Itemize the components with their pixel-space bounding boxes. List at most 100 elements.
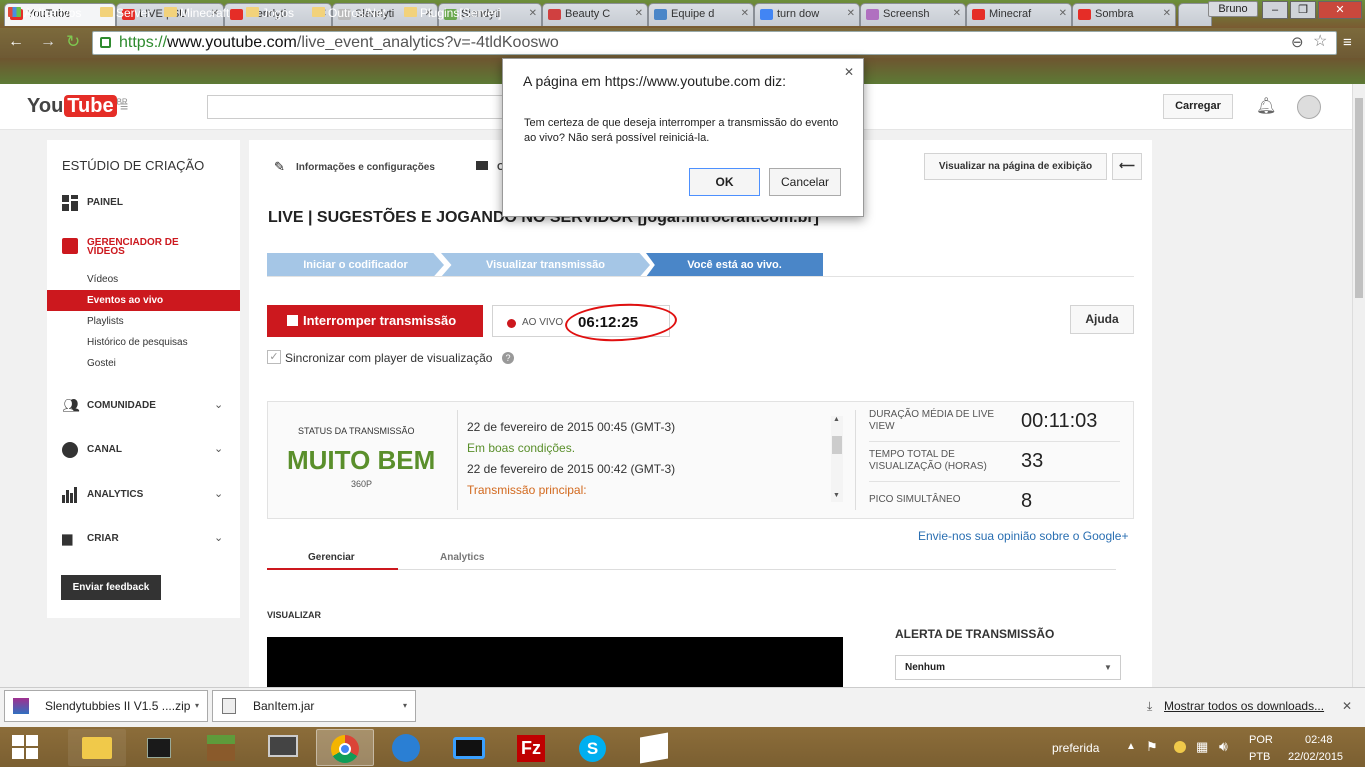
- sidebar-subitem[interactable]: Eventos ao vivo: [87, 295, 163, 306]
- chevron-down-icon[interactable]: ⌄: [214, 531, 223, 544]
- youtube-logo[interactable]: You Tube BR: [27, 95, 128, 118]
- close-window-button[interactable]: ✕: [1318, 1, 1362, 19]
- feedback-link[interactable]: Envie-nos sua opinião sobre o Google+: [918, 529, 1128, 543]
- bookmark-folder[interactable]: Server: [100, 6, 151, 20]
- sidebar-item-community[interactable]: COMUNIDADE: [87, 400, 156, 411]
- sidebar-subitem[interactable]: Vídeos: [87, 274, 118, 285]
- tab-close-icon[interactable]: ✕: [953, 8, 961, 19]
- skype-icon[interactable]: S: [564, 729, 622, 766]
- sidebar-item-create[interactable]: CRIAR: [87, 533, 119, 544]
- tab-label: Sombra: [1095, 8, 1134, 20]
- ok-button[interactable]: OK: [689, 168, 760, 196]
- chevron-down-icon[interactable]: ⌄: [214, 398, 223, 411]
- tab-close-icon[interactable]: ✕: [635, 8, 643, 19]
- page-scrollbar[interactable]: [1352, 84, 1365, 687]
- chevron-down-icon[interactable]: ⌄: [214, 487, 223, 500]
- browser-tab[interactable]: Minecraf ✕: [966, 3, 1072, 26]
- send-feedback-button[interactable]: Enviar feedback: [61, 575, 161, 600]
- language-primary[interactable]: POR: [1249, 734, 1273, 746]
- zoom-icon[interactable]: ⊖: [1291, 32, 1304, 54]
- address-bar[interactable]: https://www.youtube.com/live_event_analy…: [92, 31, 1337, 55]
- avatar[interactable]: [1297, 95, 1321, 119]
- back-icon[interactable]: ⟵: [1112, 153, 1142, 180]
- tab-close-icon[interactable]: ✕: [1163, 8, 1171, 19]
- notification-icon[interactable]: [1174, 741, 1186, 753]
- clock-date[interactable]: 22/02/2015: [1288, 751, 1343, 763]
- browser-tab[interactable]: Sombra ✕: [1072, 3, 1176, 26]
- tab-info-settings[interactable]: Informações e configurações: [296, 162, 435, 173]
- monitor-app-icon[interactable]: [254, 729, 312, 766]
- download-item[interactable]: BanItem.jar ▾: [212, 690, 416, 722]
- step-preview: Visualizar transmissão: [441, 253, 650, 277]
- clock-time[interactable]: 02:48: [1305, 734, 1333, 746]
- chevron-down-icon[interactable]: ⌄: [214, 442, 223, 455]
- video-preview-player[interactable]: [267, 637, 843, 687]
- browser-tab[interactable]: Beauty C ✕: [542, 3, 648, 26]
- volume-icon[interactable]: 🔊︎: [1219, 738, 1228, 755]
- cancel-button[interactable]: Cancelar: [769, 168, 841, 196]
- log-scrollbar[interactable]: ▲ ▼: [831, 416, 843, 502]
- terminal-app-icon[interactable]: [130, 729, 188, 766]
- reload-icon[interactable]: ↻: [66, 32, 80, 52]
- sidebar-subitem[interactable]: Histórico de pesquisas: [87, 337, 188, 348]
- window-app-icon[interactable]: [440, 729, 498, 766]
- minimize-button[interactable]: –: [1262, 1, 1288, 19]
- community-icon: 👥︎: [62, 397, 80, 413]
- tab-close-icon[interactable]: ✕: [847, 8, 855, 19]
- tab-manage[interactable]: Gerenciar: [308, 552, 355, 563]
- forward-arrow-icon[interactable]: →: [40, 33, 56, 51]
- tab-close-icon[interactable]: ✕: [741, 8, 749, 19]
- flag-icon[interactable]: ⚑: [1146, 739, 1158, 755]
- minecraft-icon[interactable]: [192, 729, 250, 766]
- browser-tab[interactable]: turn dow ✕: [754, 3, 860, 26]
- bookmark-folder[interactable]: Plugins[Server]: [404, 6, 501, 20]
- bookmark-folder[interactable]: Jogos: [246, 6, 294, 20]
- tab-favicon-icon: [972, 9, 985, 20]
- sidebar-subitem[interactable]: Playlists: [87, 316, 124, 327]
- network-icon[interactable]: ▦: [1196, 739, 1208, 755]
- chevron-down-icon[interactable]: ▾: [195, 691, 199, 721]
- sidebar-subitem[interactable]: Gostei: [87, 358, 116, 369]
- bookmark-star-icon[interactable]: ☆: [1313, 31, 1327, 53]
- chevron-down-icon[interactable]: ▾: [403, 691, 407, 721]
- close-icon[interactable]: ✕: [844, 65, 854, 79]
- tab-analytics[interactable]: Analytics: [440, 552, 484, 563]
- browser-tab[interactable]: Screensh ✕: [860, 3, 966, 26]
- browser-user-badge[interactable]: Bruno: [1208, 1, 1258, 17]
- sync-checkbox[interactable]: ✓: [267, 350, 281, 364]
- help-icon[interactable]: ?: [502, 352, 514, 364]
- show-all-downloads-link[interactable]: Mostrar todos os downloads...: [1164, 699, 1324, 713]
- sidebar-item-panel[interactable]: PAINEL: [87, 197, 123, 208]
- browser-tab[interactable]: Equipe d ✕: [648, 3, 754, 26]
- help-button[interactable]: Ajuda: [1070, 305, 1134, 334]
- language-secondary[interactable]: PTB: [1249, 751, 1270, 763]
- guide-menu-icon[interactable]: ≡: [120, 98, 128, 114]
- tab-close-icon[interactable]: ✕: [1059, 8, 1067, 19]
- start-button-icon[interactable]: [12, 735, 38, 759]
- sidebar-item-analytics[interactable]: ANALYTICS: [87, 489, 143, 500]
- download-item[interactable]: Slendytubbies II V1.5 ....zip ▾: [4, 690, 208, 722]
- stop-streaming-button[interactable]: Interromper transmissão: [267, 305, 483, 337]
- back-arrow-icon[interactable]: ←: [8, 33, 24, 51]
- alert-select[interactable]: Nenhum ▼: [895, 655, 1121, 680]
- notifications-bell-icon[interactable]: 🔔︎: [1256, 96, 1276, 116]
- filezilla-icon[interactable]: Fz: [502, 729, 560, 766]
- chrome-icon[interactable]: [316, 729, 374, 766]
- network-app-icon[interactable]: [378, 729, 436, 766]
- view-on-watch-page-button[interactable]: Visualizar na página de exibição: [924, 153, 1107, 180]
- apps-bookmark[interactable]: Aplicativos: [8, 6, 81, 20]
- tab-close-icon[interactable]: ✕: [529, 8, 537, 19]
- new-tab-button[interactable]: [1178, 3, 1212, 26]
- maximize-button[interactable]: ❐: [1290, 1, 1316, 19]
- file-explorer-icon[interactable]: [68, 729, 126, 766]
- tray-expand-icon[interactable]: ▲: [1126, 741, 1136, 752]
- bookmark-folder[interactable]: Minecraft: [164, 6, 229, 20]
- sidebar-item-channel[interactable]: CANAL: [87, 444, 122, 455]
- close-icon[interactable]: ✕: [1342, 699, 1352, 713]
- upload-button[interactable]: Carregar: [1163, 94, 1233, 119]
- sidebar-item-video-manager[interactable]: GERENCIADOR DE VÍDEOS: [87, 238, 197, 257]
- app-grid-icon[interactable]: [626, 729, 684, 766]
- bookmark-folder[interactable]: Outros/Net: [312, 6, 386, 20]
- search-input[interactable]: [207, 95, 507, 119]
- menu-icon[interactable]: ≡: [1343, 34, 1352, 51]
